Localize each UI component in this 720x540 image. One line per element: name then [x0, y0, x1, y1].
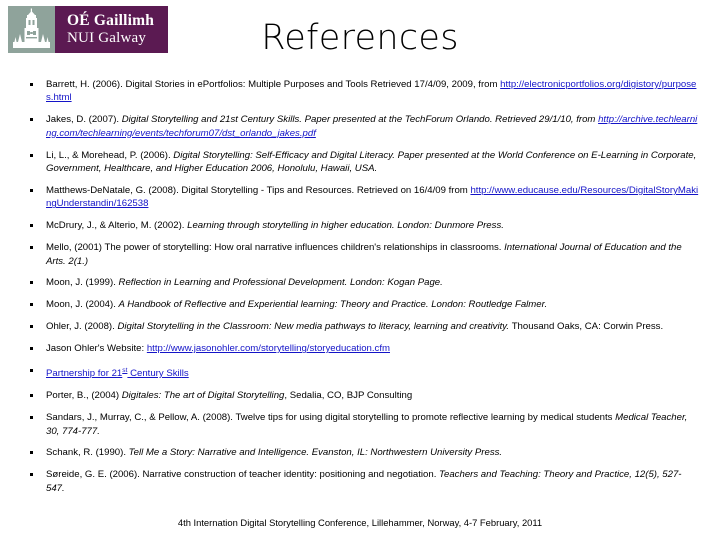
reference-text: Ohler, J. (2008). [46, 321, 118, 333]
reference-text: Mello, (2001) The power of storytelling:… [46, 242, 505, 254]
reference-entry: Porter, B., (2004) Digitales: The art of… [24, 389, 700, 402]
reference-text: Matthews-DeNatale, G. (2008). Digital St… [46, 184, 471, 196]
reference-entry: Li, L., & Morehead, P. (2006). Digital S… [24, 149, 700, 176]
reference-text: Li, L., & Morehead, P. (2006). [46, 149, 174, 161]
reference-entry: Partnership for 21st Century Skills [24, 364, 700, 381]
slide-references: OÉ Gaillimh NUI Galway References Barret… [0, 0, 720, 540]
reference-title-italic: Digitales: The art of Digital Storytelli… [121, 390, 285, 402]
reference-text: Barrett, H. (2006). Digital Stories in e… [46, 79, 501, 90]
reference-text: Thousand Oaks, CA: Corwin Press. [511, 321, 664, 333]
reference-text: Søreide, G. E. (2006). Narrative constru… [46, 469, 440, 481]
reference-title-italic: Reflection in Learning and Professional … [118, 277, 443, 289]
reference-entry: Matthews-DeNatale, G. (2008). Digital St… [24, 184, 700, 211]
references-list: Barrett, H. (2006). Digital Stories in e… [24, 78, 700, 504]
reference-text: Porter, B., (2004) [46, 390, 122, 402]
reference-text: Sandars, J., Murray, C., & Pellow, A. (2… [46, 412, 616, 424]
reference-entry: Jakes, D. (2007). Digital Storytelling a… [24, 113, 700, 140]
slide-footer: 4th Internation Digital Storytelling Con… [177, 517, 543, 528]
reference-entry: Søreide, G. E. (2006). Narrative constru… [24, 468, 700, 495]
reference-entry: Schank, R. (1990). Tell Me a Story: Narr… [24, 446, 700, 459]
reference-entry: Sandars, J., Murray, C., & Pellow, A. (2… [24, 411, 700, 438]
reference-hyperlink[interactable]: Partnership for 21 [46, 368, 122, 379]
reference-text: Jakes, D. (2007). [46, 114, 122, 126]
reference-hyperlink[interactable]: http://www.jasonohler.com/storytelling/s… [147, 343, 390, 354]
reference-entry: Mello, (2001) The power of storytelling:… [24, 241, 700, 268]
reference-text: Jason Ohler's Website: [46, 343, 147, 355]
reference-entry: Jason Ohler's Website: http://www.jasono… [24, 342, 700, 355]
reference-entry: Barrett, H. (2006). Digital Stories in e… [24, 78, 700, 105]
reference-title-italic: 2(1.) [68, 255, 89, 267]
reference-title-italic: A Handbook of Reflective and Experientia… [118, 299, 548, 311]
reference-title-italic: Tell Me a Story: Narrative and Intellige… [128, 447, 503, 459]
reference-entry: Moon, J. (2004). A Handbook of Reflectiv… [24, 298, 700, 311]
reference-hyperlink[interactable]: Century Skills [127, 368, 189, 379]
reference-title-italic: Digital Storytelling in the Classroom: N… [117, 321, 512, 333]
reference-text: McDrury, J., & Alterio, M. (2002). [46, 220, 188, 232]
reference-entry: Moon, J. (1999). Reflection in Learning … [24, 276, 700, 289]
reference-entry: McDrury, J., & Alterio, M. (2002). Learn… [24, 219, 700, 232]
reference-text: , Sedalia, CO, BJP Consulting [284, 390, 413, 402]
reference-text: Moon, J. (2004). [46, 299, 119, 311]
reference-title-italic: Learning through storytelling in higher … [187, 220, 504, 232]
page-title: References [261, 18, 459, 58]
reference-text: Schank, R. (1990). [46, 447, 129, 459]
reference-title-italic: Digital Storytelling and 21st Century Sk… [121, 114, 599, 126]
reference-entry: Ohler, J. (2008). Digital Storytelling i… [24, 320, 700, 333]
reference-text: Moon, J. (1999). [46, 277, 119, 289]
